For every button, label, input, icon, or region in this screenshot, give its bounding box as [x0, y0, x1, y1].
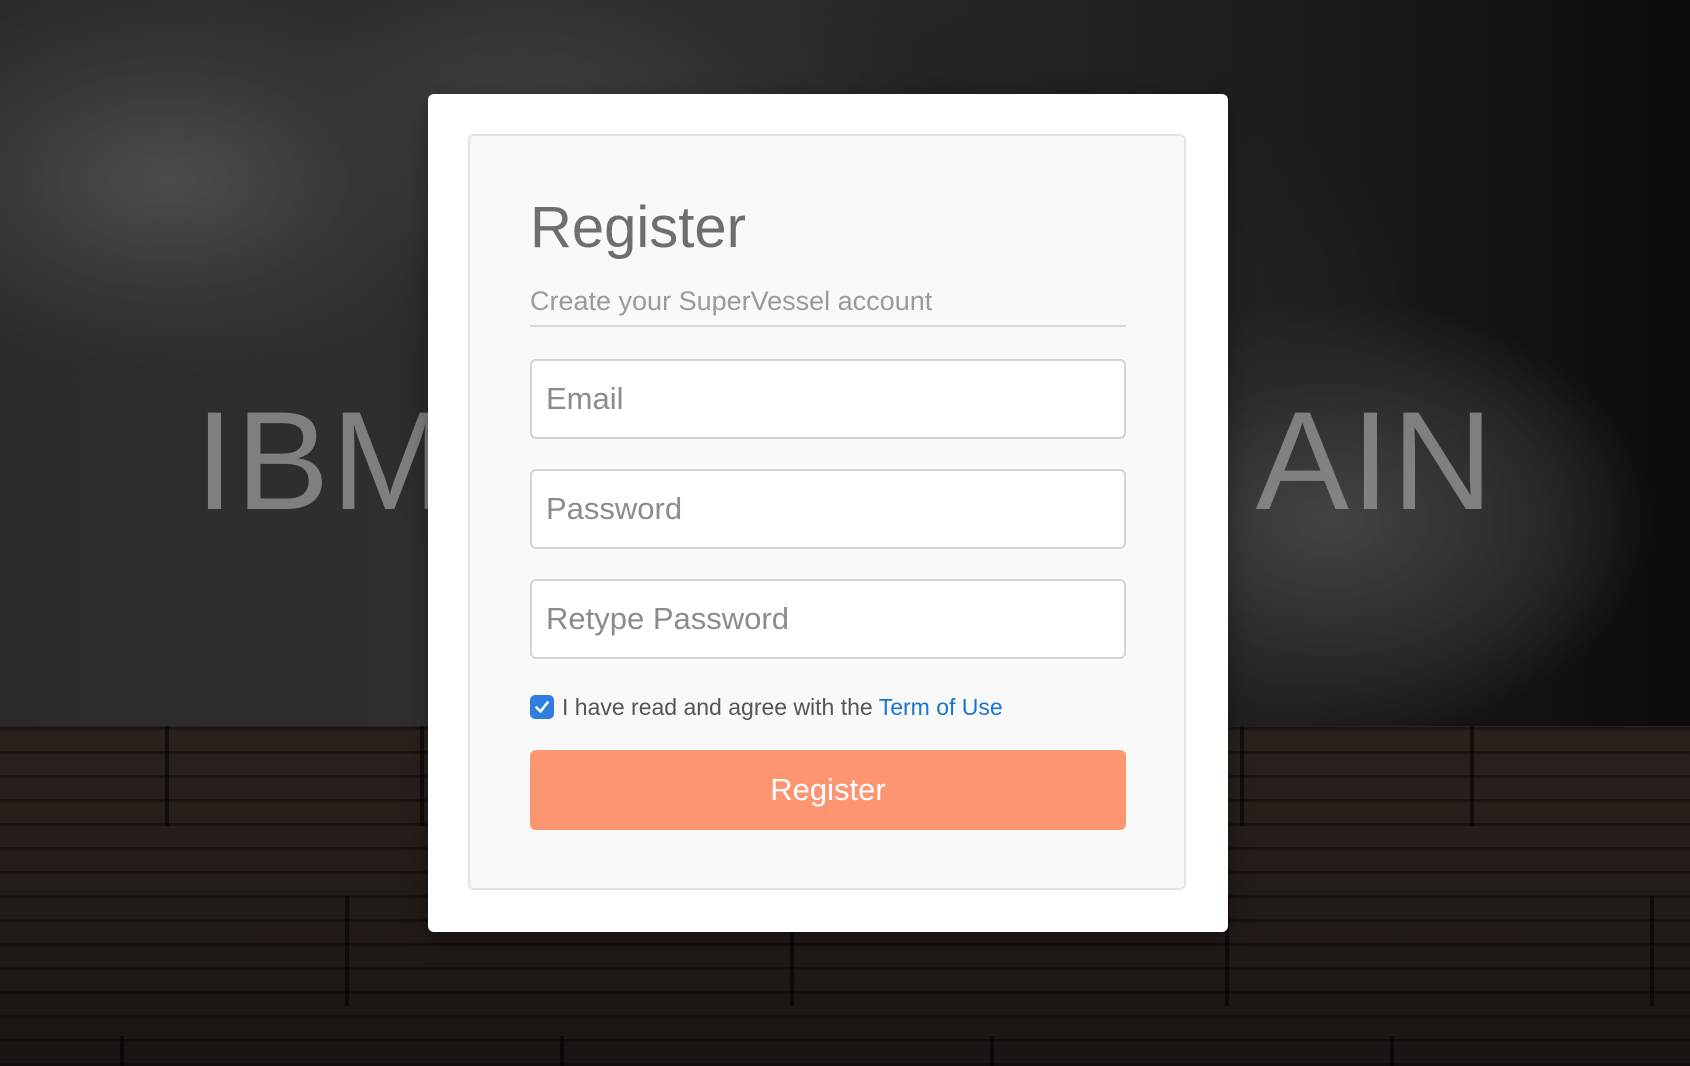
terms-agreement: I have read and agree with the Term of U… — [530, 692, 1003, 722]
retype-password-field[interactable] — [530, 579, 1126, 659]
register-button[interactable]: Register — [530, 750, 1126, 830]
title-divider — [530, 325, 1126, 327]
checkmark-icon — [535, 701, 549, 713]
hero-text-left: IBM — [195, 382, 450, 539]
terms-of-use-link[interactable]: Term of Use — [879, 694, 1003, 721]
email-field[interactable] — [530, 359, 1126, 439]
register-modal: Register Create your SuperVessel account… — [428, 94, 1228, 932]
register-subtitle: Create your SuperVessel account — [530, 286, 933, 316]
register-title: Register — [530, 195, 746, 260]
hero-text-right: AIN — [1255, 382, 1495, 539]
register-panel: Register Create your SuperVessel account… — [468, 134, 1186, 890]
registration-page: IBM AIN Register Create your SuperVessel… — [0, 0, 1690, 1066]
terms-agreement-label: I have read and agree with the — [562, 693, 873, 720]
terms-checkbox[interactable] — [530, 695, 554, 719]
password-field[interactable] — [530, 469, 1126, 549]
